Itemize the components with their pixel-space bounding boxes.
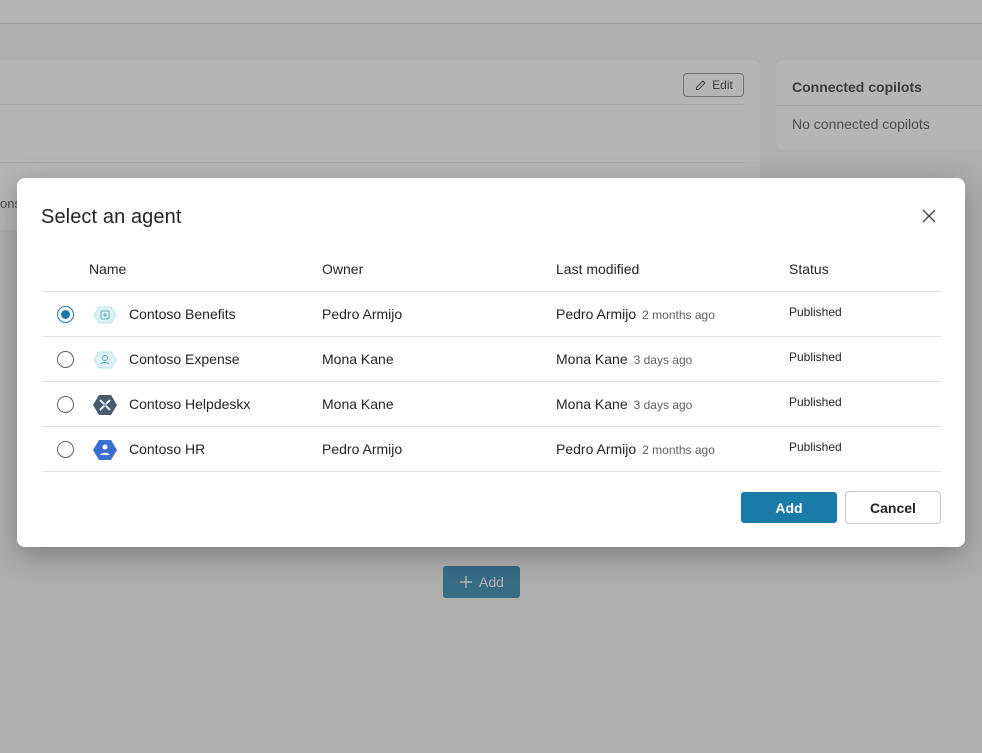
agent-status: Published: [789, 395, 842, 409]
agent-status: Published: [789, 350, 842, 364]
agent-status: Published: [789, 305, 842, 319]
modified-ago: 3 days ago: [633, 398, 693, 412]
agent-table: Name Owner Last modified Status Contoso …: [42, 246, 941, 472]
hr-icon: [93, 440, 117, 460]
agent-name: Contoso HR: [129, 441, 206, 457]
agent-name: Contoso Helpdeskx: [129, 396, 251, 412]
agent-last-modified: Pedro Armijo 2 months ago: [556, 306, 715, 322]
add-button[interactable]: Add: [741, 492, 837, 523]
table-row[interactable]: Contoso Benefits Pedro Armijo Pedro Armi…: [42, 292, 941, 337]
select-radio[interactable]: [57, 441, 74, 458]
agent-owner: Mona Kane: [322, 351, 394, 367]
agent-status: Published: [789, 440, 842, 454]
expense-icon: [93, 351, 117, 369]
helpdesk-icon: [93, 395, 117, 415]
benefits-icon: [93, 306, 117, 324]
close-icon: [922, 209, 936, 223]
table-row[interactable]: Contoso Expense Mona Kane Mona Kane 3 day…: [42, 337, 941, 382]
select-radio[interactable]: [57, 351, 74, 368]
modified-ago: 2 months ago: [642, 443, 715, 457]
agent-last-modified: Pedro Armijo 2 months ago: [556, 441, 715, 457]
modified-by: Pedro Armijo: [556, 441, 637, 457]
select-agent-dialog: Select an agent Name Owner Last modified…: [17, 178, 965, 547]
agent-owner: Pedro Armijo: [322, 441, 403, 457]
select-radio[interactable]: [57, 306, 74, 323]
dialog-title: Select an agent: [41, 206, 182, 228]
table-header: Name Owner Last modified Status: [42, 246, 941, 292]
close-button[interactable]: [919, 206, 939, 226]
column-name: Name: [89, 261, 127, 277]
column-status: Status: [789, 261, 829, 277]
column-last-modified: Last modified: [556, 261, 640, 277]
column-owner: Owner: [322, 261, 364, 277]
modified-ago: 2 months ago: [642, 308, 715, 322]
modified-by: Pedro Armijo: [556, 306, 637, 322]
agent-name: Contoso Expense: [129, 351, 240, 367]
agent-name: Contoso Benefits: [129, 306, 236, 322]
agent-owner: Pedro Armijo: [322, 306, 403, 322]
agent-owner: Mona Kane: [322, 396, 394, 412]
agent-last-modified: Mona Kane 3 days ago: [556, 396, 692, 412]
agent-last-modified: Mona Kane 3 days ago: [556, 351, 692, 367]
modified-by: Mona Kane: [556, 351, 628, 367]
table-row[interactable]: Contoso HR Pedro Armijo Pedro Armijo 2 mo…: [42, 427, 941, 472]
select-radio[interactable]: [57, 396, 74, 413]
modified-by: Mona Kane: [556, 396, 628, 412]
modified-ago: 3 days ago: [633, 353, 693, 367]
table-row[interactable]: Contoso Helpdeskx Mona Kane Mona Kane 3 d…: [42, 382, 941, 427]
cancel-button[interactable]: Cancel: [845, 491, 941, 524]
